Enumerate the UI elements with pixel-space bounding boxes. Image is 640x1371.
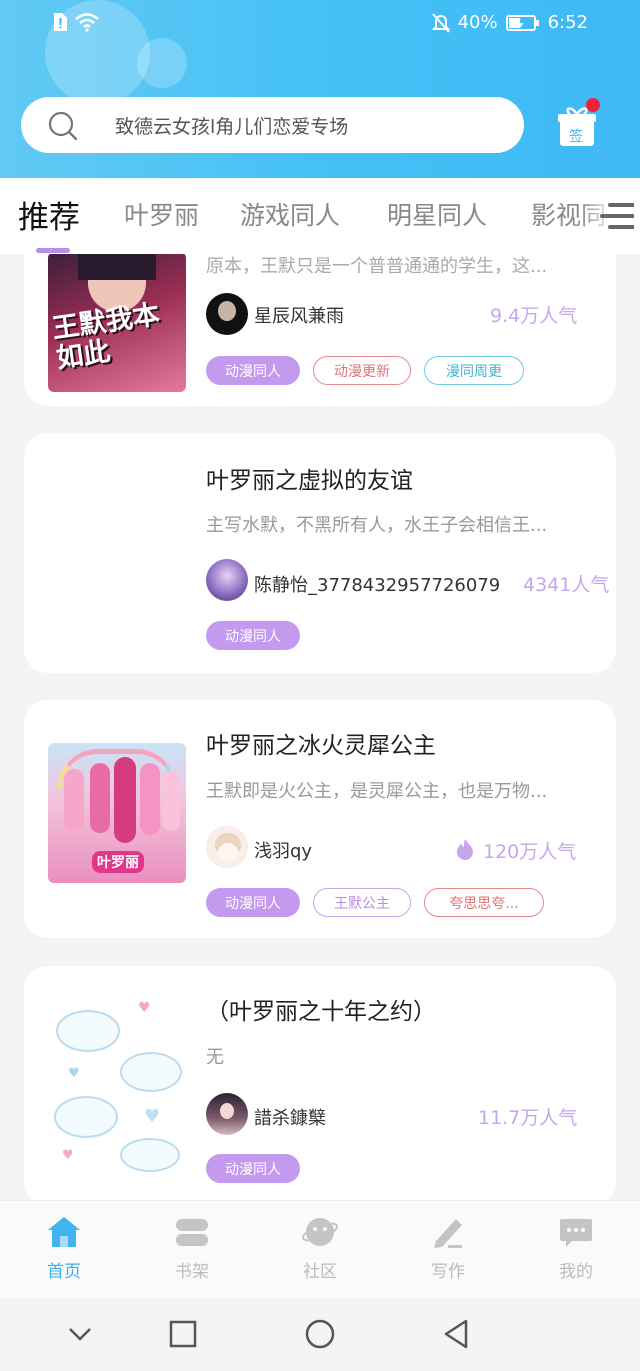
- avatar: [206, 293, 248, 335]
- nav-label: 社区: [303, 1262, 337, 1282]
- book-title: 叶罗丽之冰火灵犀公主: [206, 733, 436, 759]
- checkin-gift-button[interactable]: 签: [558, 98, 600, 148]
- category-tabs: 推荐 叶罗丽 游戏同人 明星同人 影视同: [0, 178, 640, 254]
- battery-icon: [505, 14, 539, 31]
- clock: 6:52: [547, 12, 588, 33]
- tag[interactable]: 王默公主: [313, 888, 411, 917]
- tag[interactable]: 动漫更新: [313, 356, 411, 385]
- book-title: 叶罗丽之虚拟的友谊: [206, 468, 413, 494]
- popularity: 120万人气: [483, 841, 577, 863]
- flame-icon: [457, 839, 473, 860]
- home-icon: [48, 1217, 80, 1247]
- sim-alert-icon: [54, 13, 67, 31]
- bottom-nav: 首页 书架 社区 写作 我的: [0, 1200, 640, 1298]
- tab-recommend[interactable]: 推荐: [18, 192, 80, 237]
- book-card[interactable]: 叶罗丽之虚拟的友谊 主写水默，不黑所有人，水王子会相信王... 陈静怡_3778…: [24, 433, 616, 673]
- nav-label: 写作: [431, 1262, 465, 1282]
- write-icon: [434, 1219, 462, 1248]
- nav-write[interactable]: 写作: [408, 1215, 488, 1282]
- tab-celebrity-fanfic[interactable]: 明星同人: [387, 196, 487, 232]
- author-name: 諎杀鏮櫱: [254, 1108, 326, 1129]
- system-nav-bar: [0, 1298, 640, 1371]
- home-circle-icon[interactable]: [304, 1318, 336, 1350]
- book-feed: 王默我本如此 原本，王默只是一个普普通通的学生，这... 星辰风兼雨 9.4万人…: [0, 254, 640, 1200]
- book-description: 原本，王默只是一个普普通通的学生，这...: [206, 256, 548, 277]
- search-bar[interactable]: 致德云女孩l角儿们恋爱专场: [21, 97, 524, 153]
- tab-game-fanfic[interactable]: 游戏同人: [240, 196, 340, 232]
- header: 40% 6:52 致德云女孩l角儿们恋爱专场 签: [0, 0, 640, 178]
- tag[interactable]: 动漫同人: [206, 621, 300, 650]
- book-cover: 叶罗丽: [48, 743, 186, 883]
- avatar: [206, 559, 248, 601]
- tab-yeluoli[interactable]: 叶罗丽: [124, 196, 199, 232]
- book-description: 无: [206, 1047, 224, 1068]
- search-icon: [48, 111, 78, 141]
- book-description: 主写水默，不黑所有人，水王子会相信王...: [206, 515, 548, 536]
- community-icon: [301, 1218, 339, 1246]
- tag[interactable]: 动漫同人: [206, 356, 300, 385]
- popularity: 11.7万人气: [478, 1107, 578, 1129]
- active-tab-indicator: [36, 248, 70, 253]
- tag[interactable]: 动漫同人: [206, 888, 300, 917]
- nav-label: 我的: [559, 1262, 593, 1282]
- nav-label: 书架: [175, 1262, 209, 1282]
- notification-dot: [586, 98, 600, 112]
- profile-icon: [560, 1219, 592, 1247]
- nav-home[interactable]: 首页: [24, 1215, 104, 1282]
- menu-icon[interactable]: [600, 200, 634, 232]
- wifi-icon: [75, 13, 99, 32]
- checkin-label: 签: [569, 129, 583, 145]
- cover-logo-text: 叶罗丽: [92, 851, 144, 873]
- avatar: [206, 1093, 248, 1135]
- collapse-chevron-icon[interactable]: [67, 1325, 93, 1343]
- book-card[interactable]: ♥ ♥ ♥ ♥ （叶罗丽之十年之约） 无 諎杀鏮櫱 11.7万人气 动漫同人: [24, 966, 616, 1200]
- nav-community[interactable]: 社区: [280, 1215, 360, 1282]
- popularity: 4341人气: [523, 574, 610, 596]
- popularity: 9.4万人气: [490, 305, 578, 327]
- cover-title-text: 王默我本如此: [50, 299, 162, 375]
- battery-percent: 40%: [457, 12, 498, 33]
- recents-square-icon[interactable]: [169, 1320, 197, 1348]
- status-bar: 40% 6:52: [0, 0, 640, 48]
- nav-profile[interactable]: 我的: [536, 1215, 616, 1282]
- avatar: [206, 826, 248, 868]
- search-placeholder: 致德云女孩l角儿们恋爱专场: [115, 116, 349, 138]
- book-title: （叶罗丽之十年之约）: [206, 999, 436, 1025]
- book-cover: 王默我本如此: [48, 254, 186, 392]
- author-name: 浅羽qy: [254, 841, 313, 862]
- nav-bookshelf[interactable]: 书架: [152, 1215, 232, 1282]
- author-name: 陈静怡_3778432957726079: [254, 575, 501, 596]
- back-triangle-icon[interactable]: [442, 1318, 470, 1350]
- bookshelf-icon: [176, 1219, 208, 1246]
- tag[interactable]: 漫同周更: [424, 356, 524, 385]
- mute-bell-icon: [431, 12, 450, 33]
- tag[interactable]: 夸思思夸...: [424, 888, 544, 917]
- book-card[interactable]: 王默我本如此 原本，王默只是一个普普通通的学生，这... 星辰风兼雨 9.4万人…: [24, 254, 616, 406]
- book-card[interactable]: 叶罗丽 叶罗丽之冰火灵犀公主 王默即是火公主，是灵犀公主，也是万物... 浅羽q…: [24, 700, 616, 938]
- book-description: 王默即是火公主，是灵犀公主，也是万物...: [206, 781, 548, 802]
- author-name: 星辰风兼雨: [254, 306, 344, 327]
- book-cover: ♥ ♥ ♥ ♥: [48, 988, 186, 1174]
- tag[interactable]: 动漫同人: [206, 1154, 300, 1183]
- nav-label: 首页: [47, 1262, 81, 1282]
